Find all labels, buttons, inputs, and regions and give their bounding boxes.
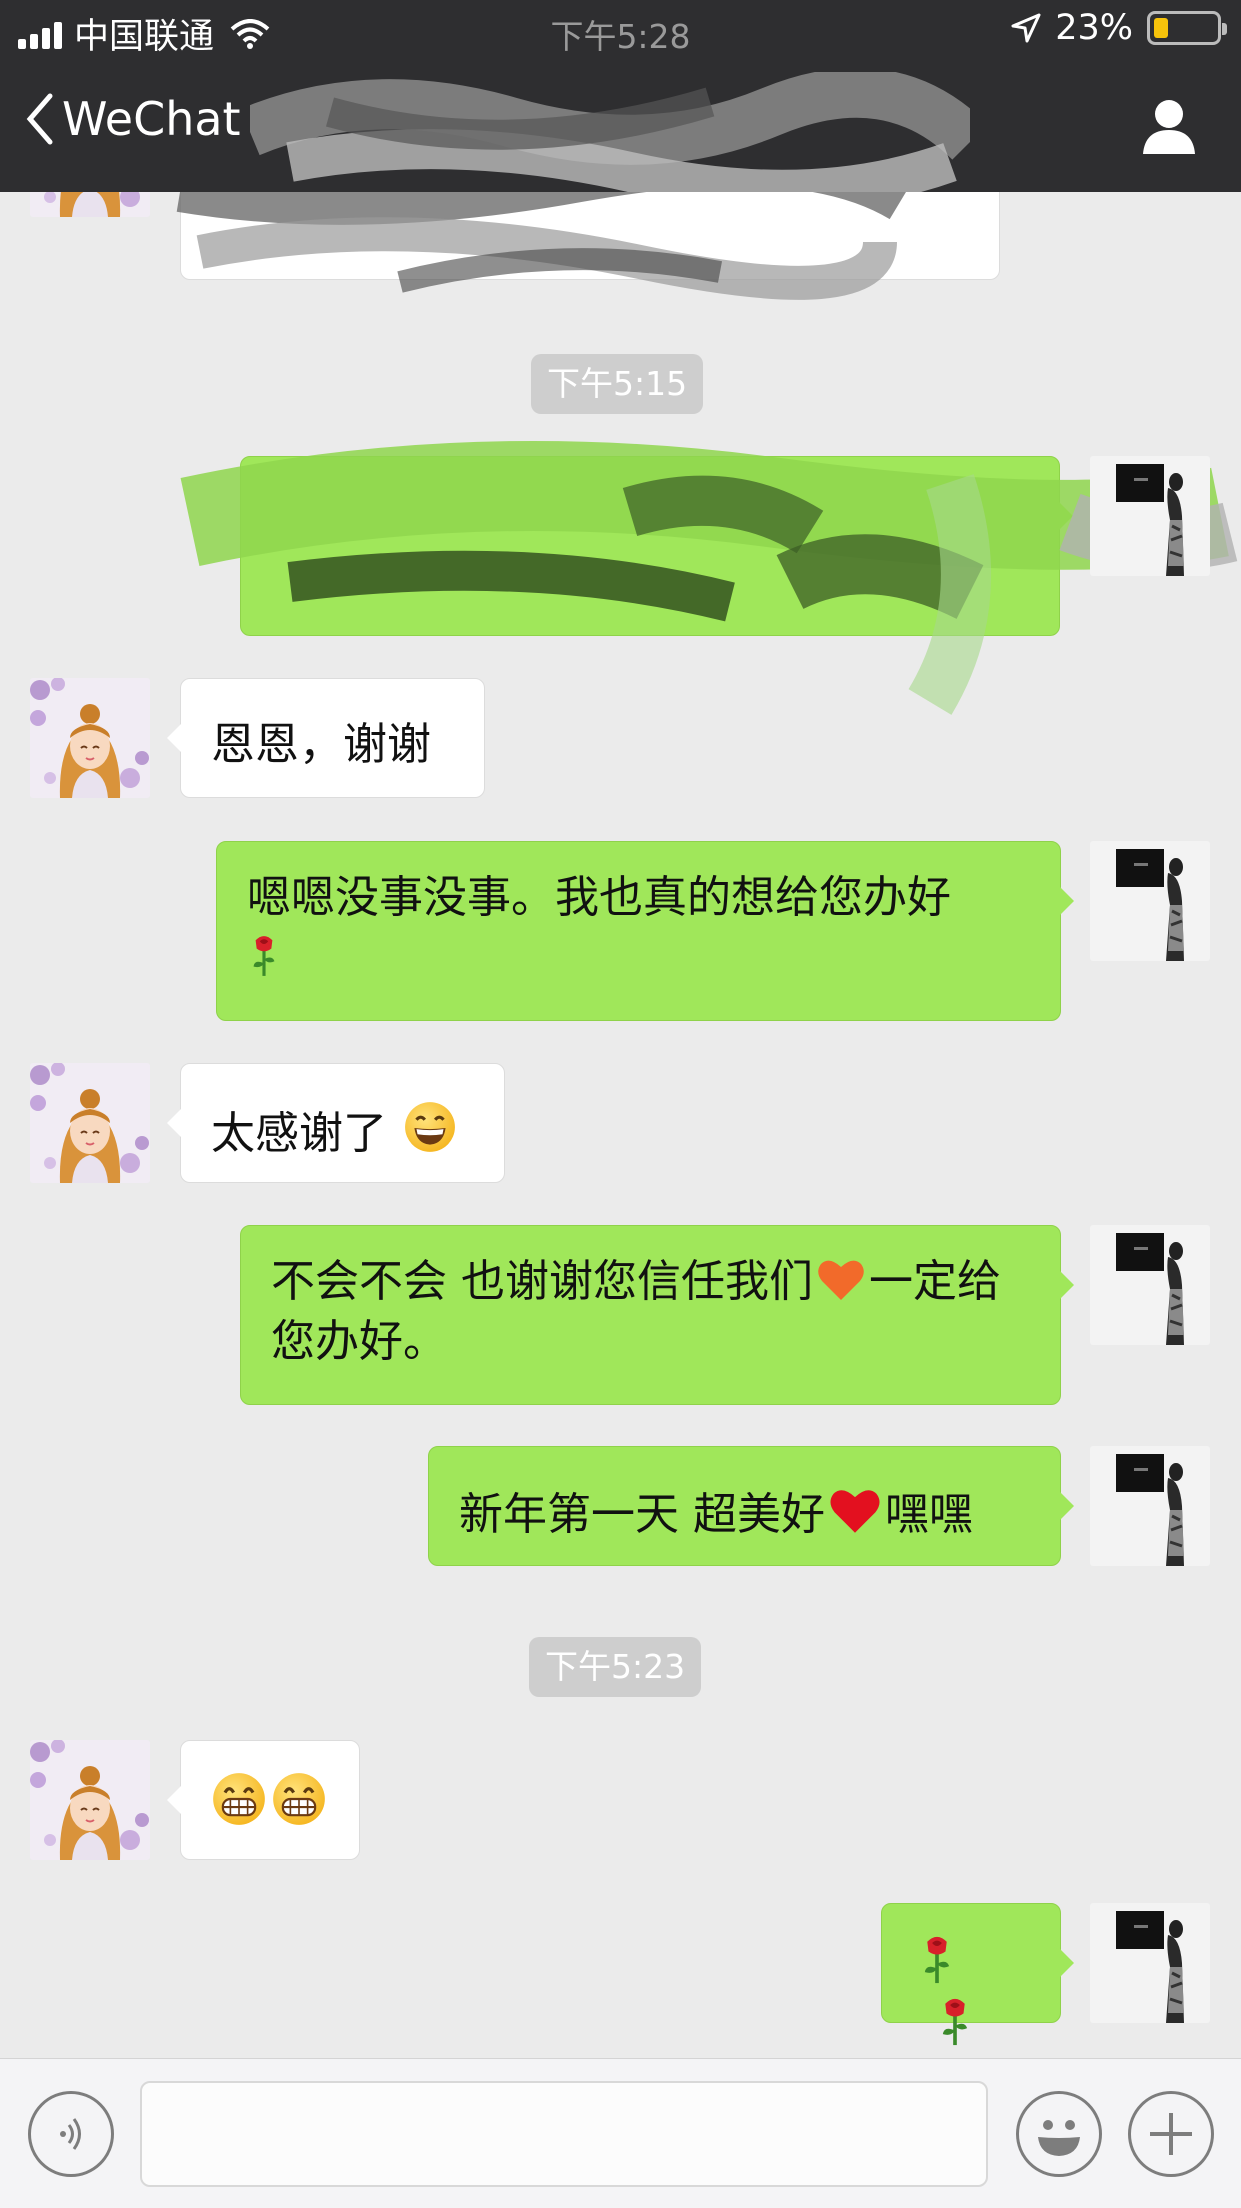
location-arrow-icon (1011, 13, 1041, 43)
avatar-self[interactable] (1090, 456, 1210, 576)
redaction-scribble (250, 72, 970, 192)
smiley-icon (1038, 2120, 1080, 2156)
avatar-contact[interactable] (30, 192, 150, 217)
status-right: 23% (1011, 8, 1227, 48)
more-options-button[interactable] (1128, 2091, 1214, 2177)
message-bubble-incoming[interactable]: 太感谢了 (167, 1063, 505, 1183)
back-button[interactable]: WeChat (26, 92, 241, 146)
avatar-contact[interactable] (30, 678, 150, 798)
avatar-self[interactable] (1090, 841, 1210, 961)
message-bubble-outgoing[interactable]: 不会不会 也谢谢您信任我们 一定给您办好。 (240, 1225, 1074, 1405)
emoji-button[interactable] (1016, 2091, 1102, 2177)
input-bar (0, 2058, 1241, 2208)
battery-fill (1154, 18, 1168, 38)
battery-percent: 23% (1055, 8, 1133, 48)
red-heart-emoji-icon (830, 1490, 880, 1533)
message-text: 恩恩，谢谢 (211, 719, 431, 770)
status-bar: 中国联通 下午5:28 23% (0, 0, 1241, 62)
timestamp: 下午5:23 (529, 1637, 702, 1697)
voice-icon (60, 2118, 81, 2150)
chat-area[interactable]: 下午5:15 恩恩，谢谢 嗯嗯没事没事。我也真的想给您办好 太感谢了 不会不会 … (0, 192, 1241, 2058)
avatar-self[interactable] (1090, 1225, 1210, 1345)
navigation-bar: WeChat (0, 62, 1241, 192)
avatar-self[interactable] (1090, 1903, 1210, 2023)
redaction-scribble (176, 192, 906, 300)
message-text: 嗯嗯没事没事。我也真的想给您办好 (247, 872, 951, 923)
plus-icon (1150, 2113, 1192, 2155)
voice-input-button[interactable] (28, 2091, 114, 2177)
chevron-left-icon (26, 93, 53, 145)
avatar-self[interactable] (1090, 1446, 1210, 1566)
beaming-face-emoji-icon (271, 1771, 327, 1827)
grinning-face-emoji-icon (403, 1100, 457, 1154)
message-text: 不会不会 也谢谢您信任我们 (271, 1256, 813, 1307)
orange-heart-emoji-icon (818, 1260, 864, 1300)
message-bubble-outgoing[interactable] (881, 1903, 1074, 2047)
message-bubble-outgoing[interactable]: 新年第一天 超美好 嘿嘿 (428, 1446, 1074, 1566)
message-bubble-incoming[interactable]: 恩恩，谢谢 (167, 678, 485, 798)
battery-icon (1147, 11, 1227, 45)
back-label: WeChat (62, 92, 241, 146)
message-bubble-outgoing[interactable]: 嗯嗯没事没事。我也真的想给您办好 (216, 841, 1074, 1021)
message-text: 太感谢了 (211, 1108, 387, 1159)
contact-info-button[interactable] (1139, 96, 1199, 160)
avatar-contact[interactable] (30, 1740, 150, 1860)
message-text: 嘿嘿 (885, 1489, 973, 1540)
rose-emoji-icon (941, 1997, 969, 2047)
avatar-contact[interactable] (30, 1063, 150, 1183)
message-input[interactable] (140, 2081, 988, 2187)
rose-emoji-icon (923, 1935, 951, 1985)
beaming-face-emoji-icon (211, 1771, 267, 1827)
rose-emoji-icon (251, 934, 277, 978)
person-icon (1143, 100, 1195, 154)
message-bubble-incoming[interactable] (167, 1740, 360, 1860)
message-text: 新年第一天 超美好 (459, 1489, 825, 1540)
